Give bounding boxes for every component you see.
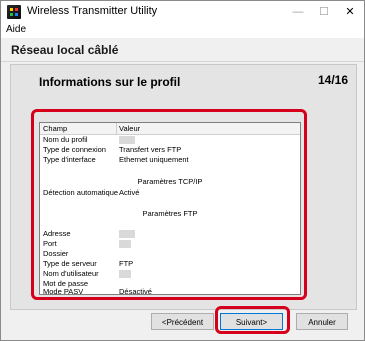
redacted-value [119, 230, 135, 238]
row-label: Type d'interface [43, 155, 96, 164]
title-bar: Wireless Transmitter Utility — ☐ ✕ [1, 1, 364, 23]
table-header: Champ Valeur [40, 123, 300, 135]
section-header: Réseau local câblé [1, 39, 364, 62]
section-label-tcpip: Paramètres TCP/IP [137, 177, 203, 186]
row-label: Détection automatique [43, 188, 119, 197]
close-button[interactable]: ✕ [339, 3, 361, 21]
next-button[interactable]: Suivant> [220, 313, 283, 330]
table-row: Type d'interface Ethernet uniquement [40, 155, 300, 165]
row-value: Activé [119, 188, 140, 197]
row-value: FTP [119, 259, 134, 268]
table-row: Type de serveur FTP [40, 259, 300, 269]
table-row: Détection automatique Activé [40, 188, 300, 198]
maximize-button[interactable]: ☐ [313, 3, 335, 21]
row-label: Type de serveur [43, 259, 97, 268]
table-row: Mode PASV Désactivé [40, 287, 300, 295]
section-label-ftp: Paramètres FTP [142, 209, 198, 218]
row-label: Adresse [43, 229, 71, 238]
redacted-value [119, 270, 131, 278]
row-label: Dossier [43, 249, 69, 258]
redacted-value [119, 136, 135, 144]
redacted-value [119, 240, 131, 248]
section-title: Réseau local câblé [11, 43, 119, 57]
row-label: Type de connexion [43, 145, 106, 154]
panel-title: Informations sur le profil [39, 75, 181, 89]
table-row: Nom du profil [40, 135, 300, 145]
row-label: Nom du profil [43, 135, 88, 144]
table-row [40, 165, 300, 175]
table-row: Nom d'utilisateur [40, 269, 300, 279]
table-row: Dossier [40, 249, 300, 259]
row-label: Nom d'utilisateur [43, 269, 99, 278]
profile-info-table[interactable]: Champ Valeur Nom du profil Type de conne… [39, 122, 301, 295]
row-value: Transfert vers FTP [119, 145, 182, 154]
app-icon [7, 5, 21, 19]
table-row [40, 198, 300, 208]
row-value: Désactivé [119, 287, 152, 295]
row-label: Port [43, 239, 57, 248]
column-header-value: Valeur [119, 124, 141, 133]
menu-bar: Aide [1, 23, 364, 38]
page-indicator: 14/16 [317, 73, 348, 87]
previous-button[interactable]: <Précédent [151, 313, 214, 330]
column-header-field: Champ [43, 124, 68, 133]
row-label: Mode PASV [43, 287, 84, 295]
window-title: Wireless Transmitter Utility [27, 5, 158, 17]
table-section-row: Paramètres FTP [40, 209, 300, 219]
app-window: Wireless Transmitter Utility — ☐ ✕ Aide … [0, 0, 365, 341]
table-row: Type de connexion Transfert vers FTP [40, 145, 300, 155]
table-row [40, 219, 300, 229]
minimize-button[interactable]: — [287, 3, 309, 21]
table-row: Port [40, 239, 300, 249]
table-row: Adresse [40, 229, 300, 239]
cancel-button[interactable]: Annuler [296, 313, 348, 330]
menu-item-help[interactable]: Aide [6, 24, 26, 35]
row-value: Ethernet uniquement [119, 155, 189, 164]
table-section-row: Paramètres TCP/IP [40, 177, 300, 187]
